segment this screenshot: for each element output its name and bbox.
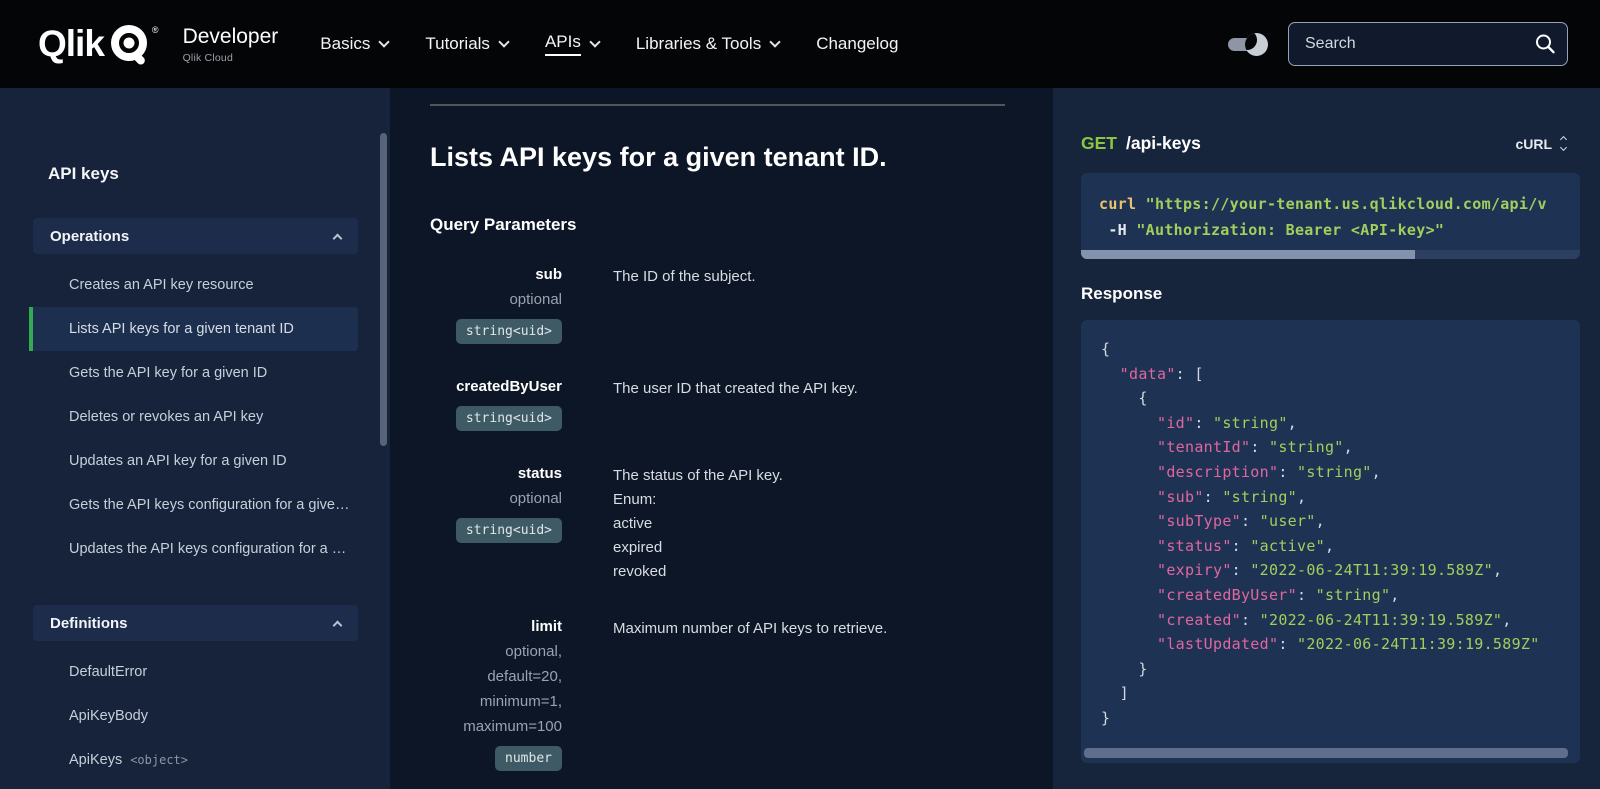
param-row-sub: sub optional string<uid> The ID of the s… (430, 263, 1005, 344)
navbar-right (1228, 22, 1568, 66)
sidebar-section-definitions[interactable]: Definitions (33, 605, 358, 641)
param-row-limit: limit optional, default=20, minimum=1, m… (430, 615, 1005, 771)
qlik-q-icon (108, 21, 154, 72)
sidebar-title: API keys (48, 164, 390, 184)
sidebar-item-gets-config[interactable]: Gets the API keys configuration for a gi… (29, 483, 358, 527)
main-content: Lists API keys for a given tenant ID. Qu… (390, 88, 1053, 789)
sidebar-item-apikeys[interactable]: ApiKeys<object> (29, 738, 358, 782)
param-description: Maximum number of API keys to retrieve. (613, 615, 1005, 771)
request-code-block: curl "https://your-tenant.us.qlikcloud.c… (1081, 173, 1580, 259)
product-subtitle: Qlik Cloud (183, 52, 279, 64)
param-row-createdbyuser: createdByUser string<uid> The user ID th… (430, 375, 1005, 431)
product-brand: Developer Qlik Cloud (183, 25, 279, 64)
qlik-logo[interactable]: Qlik ® (38, 19, 161, 70)
sidebar-section-operations[interactable]: Operations (33, 218, 358, 254)
product-title: Developer (183, 25, 279, 49)
nav-item-basics[interactable]: Basics (320, 34, 388, 54)
request-scrollbar-thumb[interactable] (1081, 250, 1415, 259)
registered-mark: ® (152, 25, 159, 35)
param-description: The user ID that created the API key. (613, 375, 1005, 431)
query-parameters-heading: Query Parameters (430, 215, 1005, 235)
search-box (1288, 22, 1568, 66)
chevron-up-icon (333, 233, 343, 243)
chevron-up-icon (333, 620, 343, 630)
sidebar-item-updates-api-key[interactable]: Updates an API key for a given ID (29, 439, 358, 483)
endpoint-header: GET /api-keys cURL (1081, 133, 1580, 154)
sidebar-item-defaulterror[interactable]: DefaultError (29, 650, 358, 694)
endpoint-path: /api-keys (1126, 133, 1201, 154)
response-code-block: { "data": [ { "id": "string", "tenantId"… (1081, 320, 1580, 763)
request-code: curl "https://your-tenant.us.qlikcloud.c… (1099, 191, 1580, 243)
param-type-badge: string<uid> (456, 319, 562, 344)
param-type-badge: string<uid> (456, 406, 562, 431)
response-heading: Response (1081, 284, 1580, 304)
param-description: The status of the API key. Enum: active … (613, 462, 1005, 584)
sidebar-item-lists-api-keys[interactable]: Lists API keys for a given tenant ID (29, 307, 358, 351)
page-title: Lists API keys for a given tenant ID. (430, 142, 1005, 173)
parameters-list: sub optional string<uid> The ID of the s… (430, 263, 1005, 789)
sidebar-item-apikey[interactable]: ApiKey<object> (29, 782, 358, 789)
param-name: sub (430, 263, 562, 287)
param-name: limit (430, 615, 562, 639)
param-meta: optional (430, 287, 562, 312)
param-meta: minimum=1, (430, 689, 562, 714)
chevron-down-icon (498, 36, 509, 47)
param-meta: default=20, (430, 664, 562, 689)
moon-icon (1245, 33, 1268, 56)
sidebar-definitions-items: DefaultError ApiKeyBody ApiKeys<object> … (0, 650, 390, 789)
param-row-status: status optional string<uid> The status o… (430, 462, 1005, 584)
nav-item-apis[interactable]: APIs (545, 32, 599, 56)
nav-item-libraries-tools[interactable]: Libraries & Tools (636, 34, 779, 54)
updown-chevron-icon (1561, 137, 1566, 150)
nav-item-tutorials[interactable]: Tutorials (425, 34, 508, 54)
chevron-down-icon (589, 36, 600, 47)
param-meta: maximum=100 (430, 714, 562, 739)
sidebar-item-gets-api-key[interactable]: Gets the API key for a given ID (29, 351, 358, 395)
request-scrollbar-track (1081, 250, 1580, 259)
page: Qlik ® Developer Qlik Cloud Basics Tutor… (0, 0, 1600, 789)
sidebar-operations-items: Creates an API key resource Lists API ke… (0, 263, 390, 571)
qlik-wordmark: Qlik (38, 23, 104, 65)
sidebar-item-creates-api-key[interactable]: Creates an API key resource (29, 263, 358, 307)
param-name: status (430, 462, 562, 486)
chevron-down-icon (770, 36, 781, 47)
param-type-badge: string<uid> (456, 518, 562, 543)
code-panel: GET /api-keys cURL curl "https://your-te… (1053, 88, 1600, 789)
param-meta: optional, (430, 639, 562, 664)
sidebar-scrollbar[interactable] (380, 133, 387, 446)
sidebar-item-updates-config[interactable]: Updates the API keys configuration for a… (29, 527, 358, 571)
http-method: GET (1081, 133, 1117, 154)
chevron-down-icon (379, 36, 390, 47)
content-divider (430, 104, 1005, 106)
param-name: createdByUser (430, 375, 562, 399)
search-icon[interactable] (1534, 33, 1556, 60)
sidebar: API keys Operations Creates an API key r… (0, 88, 390, 789)
top-navbar: Qlik ® Developer Qlik Cloud Basics Tutor… (0, 0, 1600, 88)
nav-item-changelog[interactable]: Changelog (816, 34, 898, 54)
response-code: { "data": [ { "id": "string", "tenantId"… (1101, 337, 1580, 731)
search-input[interactable] (1288, 22, 1568, 66)
nav-menu: Basics Tutorials APIs Libraries & Tools … (320, 32, 898, 56)
param-description: The ID of the subject. (613, 263, 1005, 344)
param-type-badge: number (495, 746, 562, 771)
sidebar-item-apikeybody[interactable]: ApiKeyBody (29, 694, 358, 738)
dark-mode-toggle[interactable] (1228, 38, 1260, 51)
sidebar-item-deletes-api-key[interactable]: Deletes or revokes an API key (29, 395, 358, 439)
response-scrollbar-thumb[interactable] (1084, 748, 1568, 758)
language-selector[interactable]: cURL (1515, 136, 1566, 152)
object-type-tag: <object> (130, 753, 188, 767)
param-meta: optional (430, 486, 562, 511)
